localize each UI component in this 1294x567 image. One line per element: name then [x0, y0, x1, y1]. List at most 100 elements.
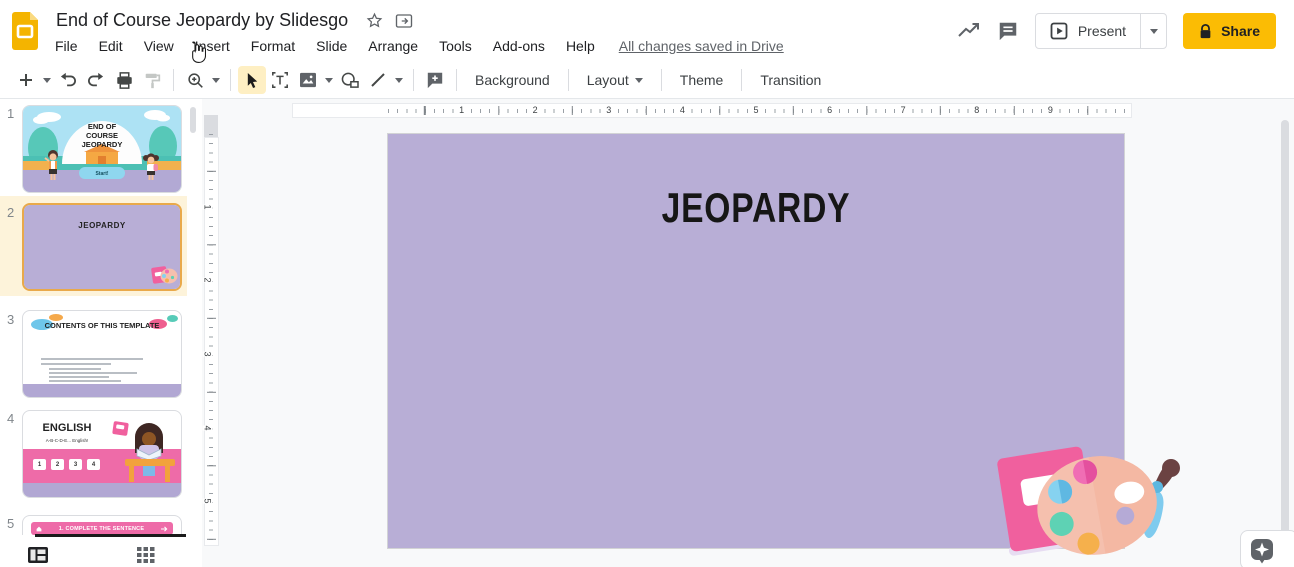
slide4-number-button: 4 [87, 459, 100, 470]
slide4-title: ENGLISH [25, 422, 109, 434]
grid-view-icon[interactable] [137, 547, 155, 563]
toolbar-divider [413, 69, 414, 91]
layout-button[interactable]: Layout [576, 67, 654, 93]
insert-comment-button[interactable] [421, 66, 449, 94]
slide-number: 2 [7, 205, 14, 220]
slide5-title: 1. COMPLETE THE SENTENCE [59, 526, 144, 532]
select-tool-button[interactable] [238, 66, 266, 94]
zoom-options-button[interactable] [209, 66, 223, 94]
menu-format[interactable]: Format [250, 36, 296, 56]
toolbar-divider [456, 69, 457, 91]
menu-tools[interactable]: Tools [438, 36, 473, 56]
pointer-hand-cursor [186, 40, 206, 64]
toolbar-divider [661, 69, 662, 91]
background-button[interactable]: Background [464, 67, 561, 93]
slide2-title: JEOPARDY [24, 221, 180, 230]
svg-text:JEOPARDY: JEOPARDY [82, 140, 123, 149]
theme-button[interactable]: Theme [669, 67, 735, 93]
text-line [49, 372, 137, 374]
text-box-button[interactable] [266, 66, 294, 94]
h-ruler-number: 8 [972, 105, 981, 115]
menu-file[interactable]: File [54, 36, 79, 56]
new-slide-options-button[interactable] [40, 66, 54, 94]
slide-thumbnail-4[interactable]: ENGLISH A-B-C-D-E... English! 1 2 3 4 [22, 410, 182, 498]
present-play-icon [1050, 22, 1068, 40]
slide4-number-button: 1 [33, 459, 46, 470]
menu-slide[interactable]: Slide [315, 36, 348, 56]
canvas-scrollbar[interactable] [1281, 120, 1289, 545]
paint-format-button[interactable] [138, 66, 166, 94]
h-ruler-number: 4 [678, 105, 687, 115]
toolbar-divider [173, 69, 174, 91]
slide-thumbnail-1[interactable]: END OF COURSE JEOPARDY Start! [22, 105, 182, 193]
line-options-button[interactable] [392, 66, 406, 94]
redo-button[interactable] [82, 66, 110, 94]
v-ruler-number: 5 [203, 498, 213, 503]
text-line [49, 376, 109, 378]
insert-image-button[interactable] [294, 66, 322, 94]
v-ruler-number: 4 [203, 425, 213, 430]
slide-number: 4 [7, 411, 14, 426]
slide-title-text[interactable]: JEOPARDY [462, 184, 1051, 232]
comment-icon[interactable] [997, 20, 1019, 42]
v-ruler-number: 3 [203, 351, 213, 356]
h-ruler-number: 6 [825, 105, 834, 115]
filmstrip-view-icon[interactable] [28, 547, 48, 563]
dropdown-caret-icon [212, 78, 220, 83]
transition-button[interactable]: Transition [749, 67, 832, 93]
book-palette-illustration[interactable] [985, 440, 1185, 567]
lock-icon [1199, 24, 1212, 39]
explore-button[interactable] [1240, 530, 1294, 567]
menu-help[interactable]: Help [565, 36, 596, 56]
top-bar: End of Course Jeopardy by Slidesgo File … [0, 0, 1294, 62]
explore-icon [1250, 538, 1274, 564]
star-icon[interactable] [366, 12, 383, 29]
h-ruler-number: 7 [899, 105, 908, 115]
present-button-group: Present [1035, 13, 1167, 49]
menu-edit[interactable]: Edit [98, 36, 124, 56]
comment-add-icon [426, 71, 444, 89]
slide-number: 5 [7, 516, 14, 531]
h-ruler-number: 3 [604, 105, 613, 115]
filmstrip-scrollbar[interactable] [190, 107, 196, 133]
slide4-number-button: 3 [69, 459, 82, 470]
undo-icon [59, 72, 77, 88]
arrow-right-icon [161, 526, 168, 532]
svg-text:COURSE: COURSE [86, 131, 118, 140]
h-ruler-number: 1 [457, 105, 466, 115]
new-slide-icon [18, 72, 34, 88]
slide-thumbnail-3[interactable]: CONTENTS OF THIS TEMPLATE [22, 310, 182, 398]
zoom-button[interactable] [181, 66, 209, 94]
move-folder-icon[interactable] [395, 13, 413, 29]
h-ruler-number: 2 [531, 105, 540, 115]
new-slide-button[interactable] [12, 66, 40, 94]
line-button[interactable] [364, 66, 392, 94]
slides-logo[interactable] [10, 11, 40, 51]
text-line [49, 368, 101, 370]
image-options-button[interactable] [322, 66, 336, 94]
slide-number: 1 [7, 106, 14, 121]
trending-icon[interactable] [957, 21, 981, 41]
redo-icon [87, 72, 105, 88]
menu-addons[interactable]: Add-ons [492, 36, 546, 56]
undo-button[interactable] [54, 66, 82, 94]
shape-icon [341, 72, 359, 88]
slide-thumbnail-2-selected[interactable]: JEOPARDY [22, 203, 182, 291]
menu-arrange[interactable]: Arrange [367, 36, 419, 56]
share-button[interactable]: Share [1183, 13, 1276, 49]
dropdown-caret-icon [43, 78, 51, 83]
document-title[interactable]: End of Course Jeopardy by Slidesgo [56, 10, 348, 31]
text-line [41, 358, 143, 360]
shape-button[interactable] [336, 66, 364, 94]
share-label: Share [1221, 23, 1260, 39]
paint-format-icon [144, 72, 161, 89]
save-status-link[interactable]: All changes saved in Drive [619, 38, 784, 54]
menu-view[interactable]: View [143, 36, 175, 56]
print-button[interactable] [110, 66, 138, 94]
slide-thumbnail-5[interactable]: 1. COMPLETE THE SENTENCE [22, 515, 182, 535]
svg-text:Start!: Start! [95, 171, 108, 177]
present-options-button[interactable] [1140, 14, 1166, 48]
google-slides-app: End of Course Jeopardy by Slidesgo File … [0, 0, 1294, 567]
background-label: Background [475, 72, 550, 88]
present-button[interactable]: Present [1036, 14, 1140, 48]
